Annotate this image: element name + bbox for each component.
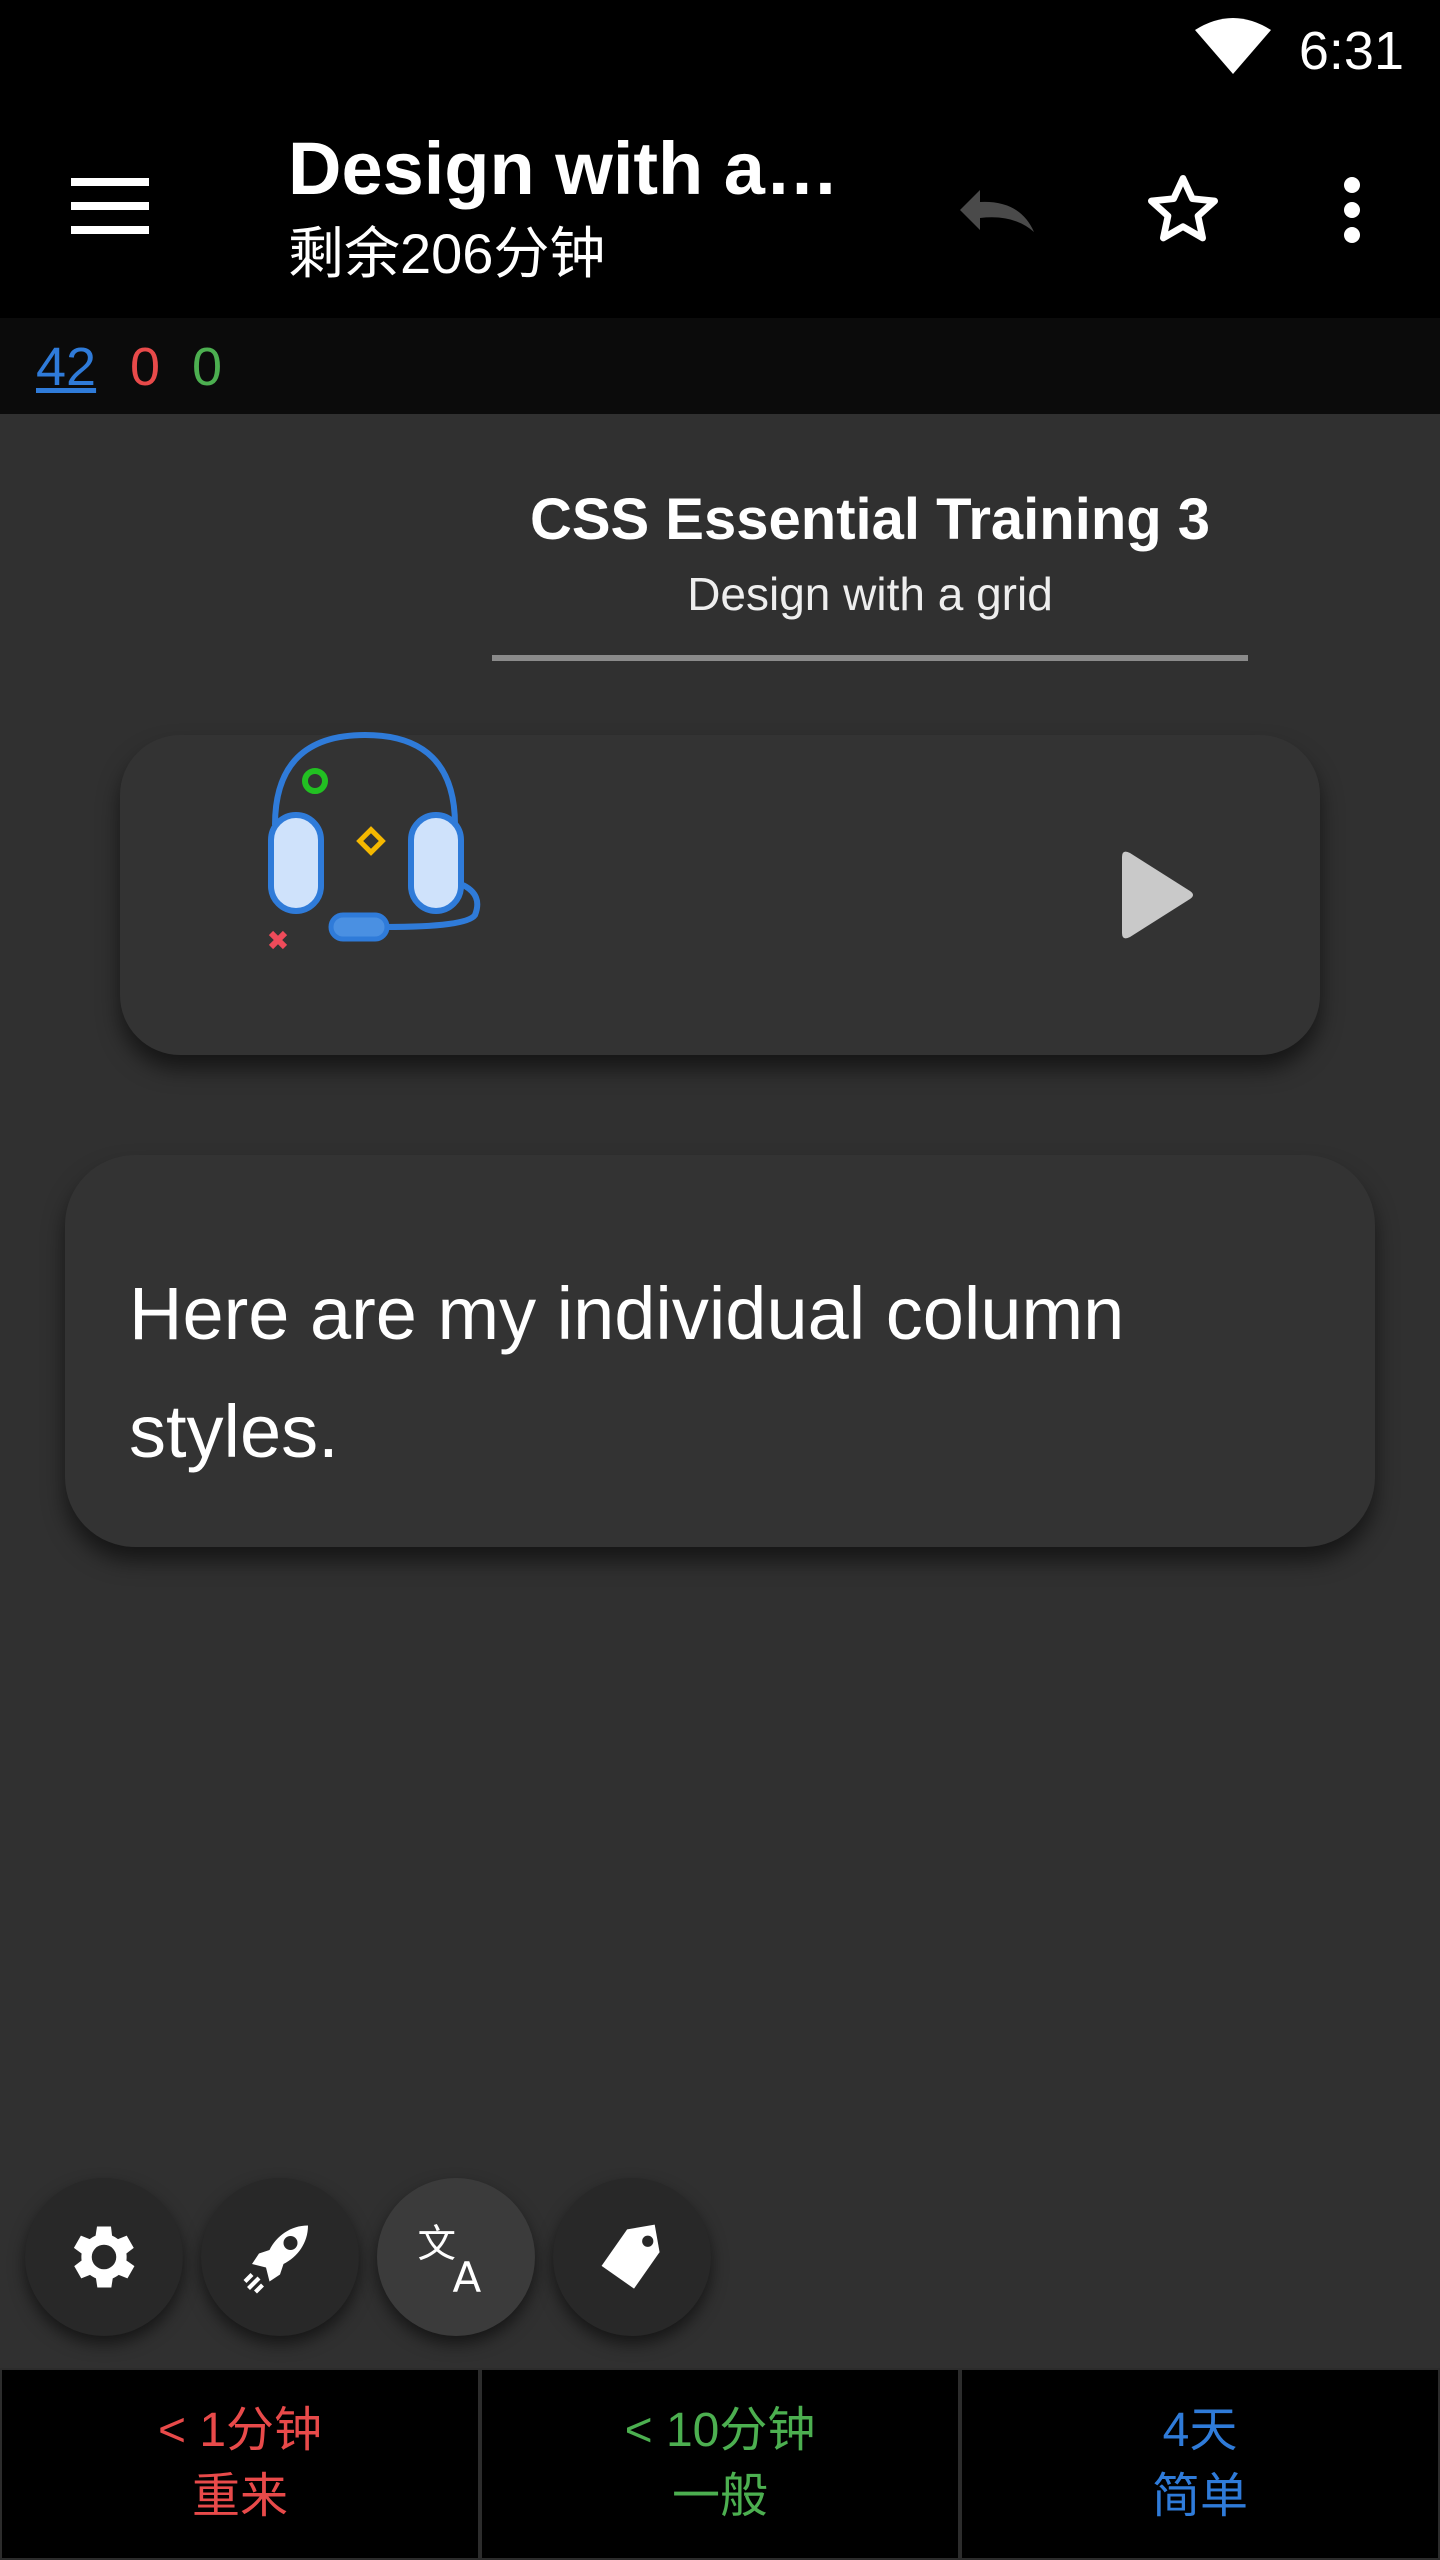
status-bar: 6:31	[0, 0, 1440, 100]
play-icon[interactable]	[1110, 845, 1200, 945]
flashcard[interactable]: Here are my individual column styles.	[65, 1155, 1375, 1547]
settings-icon	[73, 2226, 135, 2288]
undo-icon	[960, 190, 1034, 232]
title-block: Design with a grid 剩余206分钟	[288, 124, 848, 292]
again-label: 重来	[191, 2470, 288, 2523]
card-counts: 42 0 0	[0, 318, 1440, 414]
more-options-button[interactable]	[1320, 160, 1384, 260]
menu-button[interactable]	[60, 166, 160, 246]
learning-count: 0	[130, 337, 161, 397]
good-button[interactable]: < 10分钟 一般	[480, 2368, 960, 2560]
easy-interval: 4天	[1162, 2404, 1238, 2457]
translate-icon: 文 A	[418, 2222, 482, 2299]
deck-title: CSS Essential Training 3	[529, 487, 1211, 552]
translate-button[interactable]: 文 A	[377, 2178, 535, 2336]
more-vert-icon	[1344, 177, 1360, 243]
favorite-button[interactable]	[1133, 160, 1233, 260]
answer-bar: < 1分钟 重来 < 10分钟 一般 4天 简单	[0, 2368, 1440, 2560]
easy-label: 简单	[1151, 2470, 1248, 2523]
star-icon	[1148, 175, 1218, 242]
divider	[492, 655, 1248, 661]
good-interval: < 10分钟	[624, 2404, 816, 2457]
tag-icon	[601, 2224, 660, 2289]
wifi-icon	[1195, 18, 1271, 74]
headset-icon	[268, 731, 481, 950]
status-time: 6:31	[1298, 21, 1404, 81]
card-text: Here are my individual column styles.	[129, 1272, 1125, 1473]
rocket-button[interactable]	[201, 2178, 359, 2336]
good-label: 一般	[671, 2470, 768, 2523]
new-count: 42	[36, 337, 97, 397]
undo-button[interactable]	[940, 170, 1050, 250]
again-interval: < 1分钟	[157, 2404, 323, 2457]
settings-button[interactable]	[25, 2178, 183, 2336]
tag-button[interactable]	[553, 2178, 711, 2336]
deck-subtitle: Design with a grid	[687, 568, 1053, 620]
easy-button[interactable]: 4天 简单	[960, 2368, 1440, 2560]
review-count: 0	[192, 337, 223, 397]
again-button[interactable]: < 1分钟 重来	[0, 2368, 480, 2560]
app-toolbar: Design with a grid 剩余206分钟	[0, 100, 1440, 318]
menu-icon	[71, 178, 149, 234]
deck-header: CSS Essential Training 3 Design with a g…	[492, 480, 1248, 626]
svg-text:A: A	[453, 2253, 482, 2299]
page-title: Design with a grid	[288, 127, 848, 210]
rocket-icon	[243, 2225, 308, 2294]
svg-text:文: 文	[418, 2222, 457, 2267]
audio-card[interactable]	[120, 731, 1320, 1055]
time-remaining: 剩余206分钟	[288, 222, 606, 285]
